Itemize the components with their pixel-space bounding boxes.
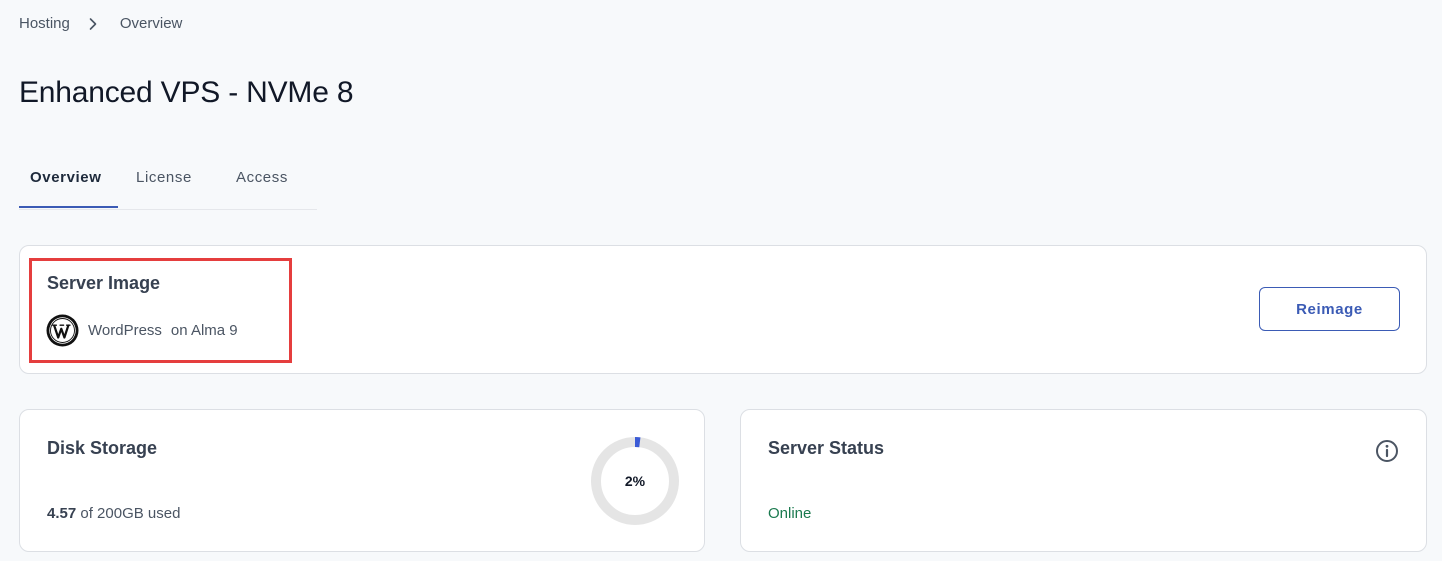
wordpress-logo-icon <box>46 314 79 347</box>
disk-storage-title: Disk Storage <box>47 438 158 458</box>
chevron-right-icon <box>86 17 100 31</box>
disk-used-value: 4.57 <box>47 505 77 522</box>
server-image-os: on Alma 9 <box>170 322 238 339</box>
server-status-title: Server Status <box>768 438 885 458</box>
server-image-title: Server Image <box>47 273 161 293</box>
tab-bar: Overview License Access <box>19 160 317 210</box>
breadcrumb: Hosting Overview <box>19 15 182 32</box>
breadcrumb-item-overview[interactable]: Overview <box>120 15 183 32</box>
reimage-button[interactable]: Reimage <box>1259 287 1400 331</box>
server-image-info: WordPress on Alma 9 <box>46 314 238 347</box>
server-status-value: Online <box>768 505 812 522</box>
info-icon[interactable] <box>1375 439 1399 463</box>
tab-overview[interactable]: Overview <box>19 160 118 208</box>
server-image-app: WordPress <box>88 322 162 339</box>
tab-access[interactable]: Access <box>215 160 315 208</box>
disk-usage-text: 4.57 of 200GB used <box>47 505 180 522</box>
disk-usage-percent: 2% <box>624 473 646 489</box>
disk-storage-card: Disk Storage 4.57 of 200GB used 2% <box>19 409 705 552</box>
breadcrumb-item-hosting[interactable]: Hosting <box>19 15 70 32</box>
server-image-card: Server Image WordPress on Alma 9 Reimage <box>19 245 1427 374</box>
server-status-card: Server Status Online <box>740 409 1427 552</box>
disk-total-text: of 200GB used <box>80 505 181 522</box>
tab-license[interactable]: License <box>118 160 215 208</box>
page-title: Enhanced VPS - NVMe 8 <box>19 76 354 109</box>
disk-usage-donut: 2% <box>590 436 680 526</box>
